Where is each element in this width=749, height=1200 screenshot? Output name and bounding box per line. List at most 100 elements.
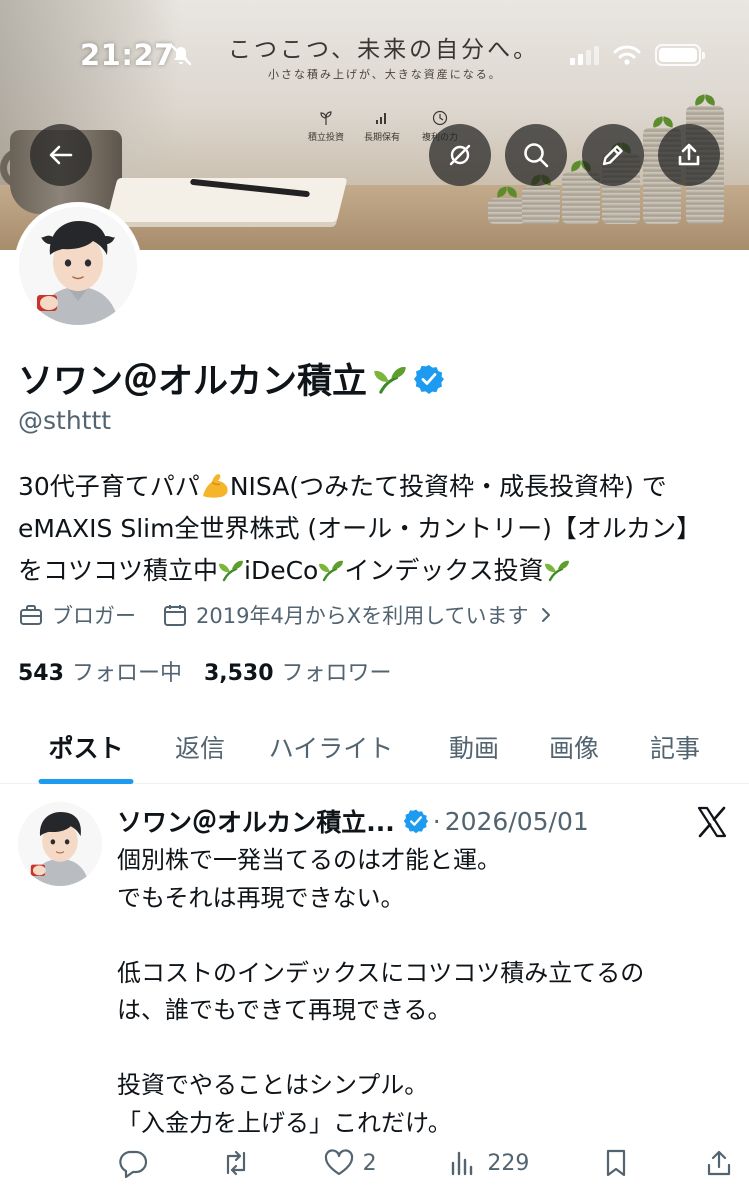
cellular-signal-icon bbox=[570, 45, 599, 65]
status-indicators bbox=[570, 42, 705, 68]
tab-replies[interactable]: 返信 bbox=[172, 710, 228, 784]
post-line: 低コストのインデックスにコツコツ積み立てるの bbox=[117, 958, 645, 987]
search-icon bbox=[524, 143, 549, 168]
back-button[interactable] bbox=[30, 124, 92, 186]
view-count: 229 bbox=[487, 1150, 530, 1176]
share-icon bbox=[678, 143, 700, 166]
battery-icon bbox=[655, 44, 705, 66]
grok-button[interactable] bbox=[429, 124, 491, 186]
joined-date-link[interactable]: 2019年4月からXを利用しています bbox=[162, 600, 555, 630]
seedling-emoji-icon bbox=[544, 560, 569, 582]
post-header: ソワン＠オルカン積立... · 2026/05/01 bbox=[117, 803, 589, 839]
profile-handle: @sthttt bbox=[18, 406, 112, 435]
category-label: ブロガー bbox=[52, 604, 136, 628]
share-post-button[interactable] bbox=[703, 1147, 735, 1179]
followers-label: フォロワー bbox=[281, 661, 392, 686]
tab-videos[interactable]: 動画 bbox=[434, 710, 514, 784]
tab-highlights[interactable]: ハイライト bbox=[228, 710, 434, 784]
following-label: フォロー中 bbox=[71, 661, 182, 686]
profile-category: ブロガー bbox=[18, 600, 136, 630]
bio-text: eMAXIS Slim全世界株式 (オール・カントリー)【オルカン】 bbox=[18, 514, 702, 543]
post-line bbox=[117, 1030, 737, 1068]
post-actions: 2 229 bbox=[117, 1147, 735, 1179]
like-count: 2 bbox=[362, 1150, 377, 1176]
chevron-right-icon bbox=[541, 608, 550, 622]
bookmark-button[interactable] bbox=[600, 1147, 632, 1179]
banner-feature-label: 長期保有 bbox=[363, 133, 400, 143]
tab-posts[interactable]: ポスト bbox=[0, 710, 172, 784]
bio-text: インデックス投資 bbox=[344, 556, 544, 585]
display-name-text: ソワン＠オルカン積立 bbox=[18, 362, 367, 402]
post-separator: · bbox=[432, 806, 441, 836]
post-line: 個別株で一発当てるのは才能と運。 bbox=[117, 846, 501, 874]
profile-bio: 30代子育てパパ NISA(つみたて投資枠・成長投資枠) で eMAXIS Sli… bbox=[18, 466, 743, 592]
edit-button[interactable] bbox=[582, 124, 644, 186]
banner-title: こつこつ、未来の自分へ。 bbox=[228, 37, 540, 63]
heart-icon bbox=[324, 1149, 353, 1176]
flexed-biceps-emoji-icon bbox=[202, 474, 228, 498]
pencil-icon bbox=[602, 145, 623, 166]
verified-badge-icon bbox=[413, 364, 444, 394]
banner-feature: 積立投資 bbox=[296, 110, 356, 143]
followers-link[interactable]: 3,530 フォロワー bbox=[204, 655, 392, 687]
views-button[interactable]: 229 bbox=[447, 1147, 529, 1179]
share-button[interactable] bbox=[658, 124, 720, 186]
post-date[interactable]: 2026/05/01 bbox=[445, 807, 589, 836]
banner-coin-stack bbox=[522, 186, 560, 224]
bio-text: iDeCo bbox=[244, 556, 319, 585]
seedling-emoji-icon bbox=[319, 560, 344, 582]
avatar-illustration bbox=[18, 802, 102, 886]
banner-sprout bbox=[496, 188, 518, 202]
post-line: でもそれは再現できない。 bbox=[117, 883, 405, 912]
tab-images[interactable]: 画像 bbox=[514, 710, 634, 784]
like-button[interactable]: 2 bbox=[323, 1147, 377, 1179]
reply-icon bbox=[119, 1150, 148, 1179]
following-count: 543 bbox=[18, 661, 64, 686]
arrow-left-icon bbox=[49, 145, 73, 165]
profile-tabs: ポスト 返信 ハイライト 動画 画像 記事 bbox=[0, 710, 749, 784]
grok-icon bbox=[449, 144, 471, 166]
repost-icon bbox=[226, 1150, 245, 1176]
bar-chart-icon bbox=[376, 113, 386, 124]
avatar-illustration bbox=[19, 207, 137, 325]
briefcase-icon bbox=[20, 605, 42, 625]
bio-text: をコツコツ積立中 bbox=[18, 556, 219, 585]
banner-sprout bbox=[694, 96, 716, 110]
profile-meta: ブロガー 2019年4月からXを利用しています bbox=[18, 600, 581, 630]
profile-display-name: ソワン＠オルカン積立 bbox=[18, 353, 445, 404]
post-line: は、誰でもできて再現できる。 bbox=[117, 996, 452, 1024]
following-link[interactable]: 543 フォロー中 bbox=[18, 655, 182, 687]
reply-button[interactable] bbox=[117, 1147, 149, 1179]
views-chart-icon bbox=[452, 1151, 473, 1176]
follow-stats: 543 フォロー中 3,530 フォロワー bbox=[18, 655, 392, 687]
clock-icon bbox=[432, 110, 448, 126]
post-author-name[interactable]: ソワン＠オルカン積立... bbox=[117, 803, 395, 839]
bio-text: NISA(つみたて投資枠・成長投資枠) で bbox=[229, 472, 667, 501]
post-item[interactable]: ソワン＠オルカン積立... · 2026/05/01 個別株で一発当てるのは才能… bbox=[0, 785, 749, 1200]
search-button[interactable] bbox=[505, 124, 567, 186]
post-author-avatar[interactable] bbox=[18, 802, 102, 886]
profile-avatar[interactable] bbox=[14, 202, 142, 330]
status-time: 21:27 bbox=[80, 38, 175, 72]
seedling-emoji-icon bbox=[219, 560, 244, 582]
verified-badge-icon bbox=[403, 809, 428, 834]
tab-articles[interactable]: 記事 bbox=[634, 710, 716, 784]
post-line: 「入金力を上げる」これだけ。 bbox=[117, 1108, 452, 1137]
repost-button[interactable] bbox=[220, 1147, 252, 1179]
followers-count: 3,530 bbox=[203, 661, 274, 686]
silent-bell-icon bbox=[170, 44, 192, 66]
banner-feature: 長期保有 bbox=[352, 110, 412, 143]
bookmark-icon bbox=[607, 1149, 626, 1177]
post-line: 投資でやることはシンプル。 bbox=[117, 1071, 429, 1099]
share-icon bbox=[707, 1150, 731, 1176]
sprout-icon bbox=[320, 111, 332, 125]
banner-feature-label: 積立投資 bbox=[307, 133, 344, 143]
wifi-icon bbox=[613, 45, 641, 65]
seedling-emoji-icon bbox=[374, 366, 406, 394]
post-line bbox=[117, 917, 737, 955]
calendar-icon bbox=[164, 605, 186, 626]
joined-label: 2019年4月からXを利用しています bbox=[196, 604, 529, 628]
post-body: 個別株で一発当てるのは才能と運。 でもそれは再現できない。 低コストのインデック… bbox=[117, 842, 737, 1142]
bio-text: 30代子育てパパ bbox=[18, 472, 200, 501]
x-logo-icon bbox=[697, 806, 727, 838]
